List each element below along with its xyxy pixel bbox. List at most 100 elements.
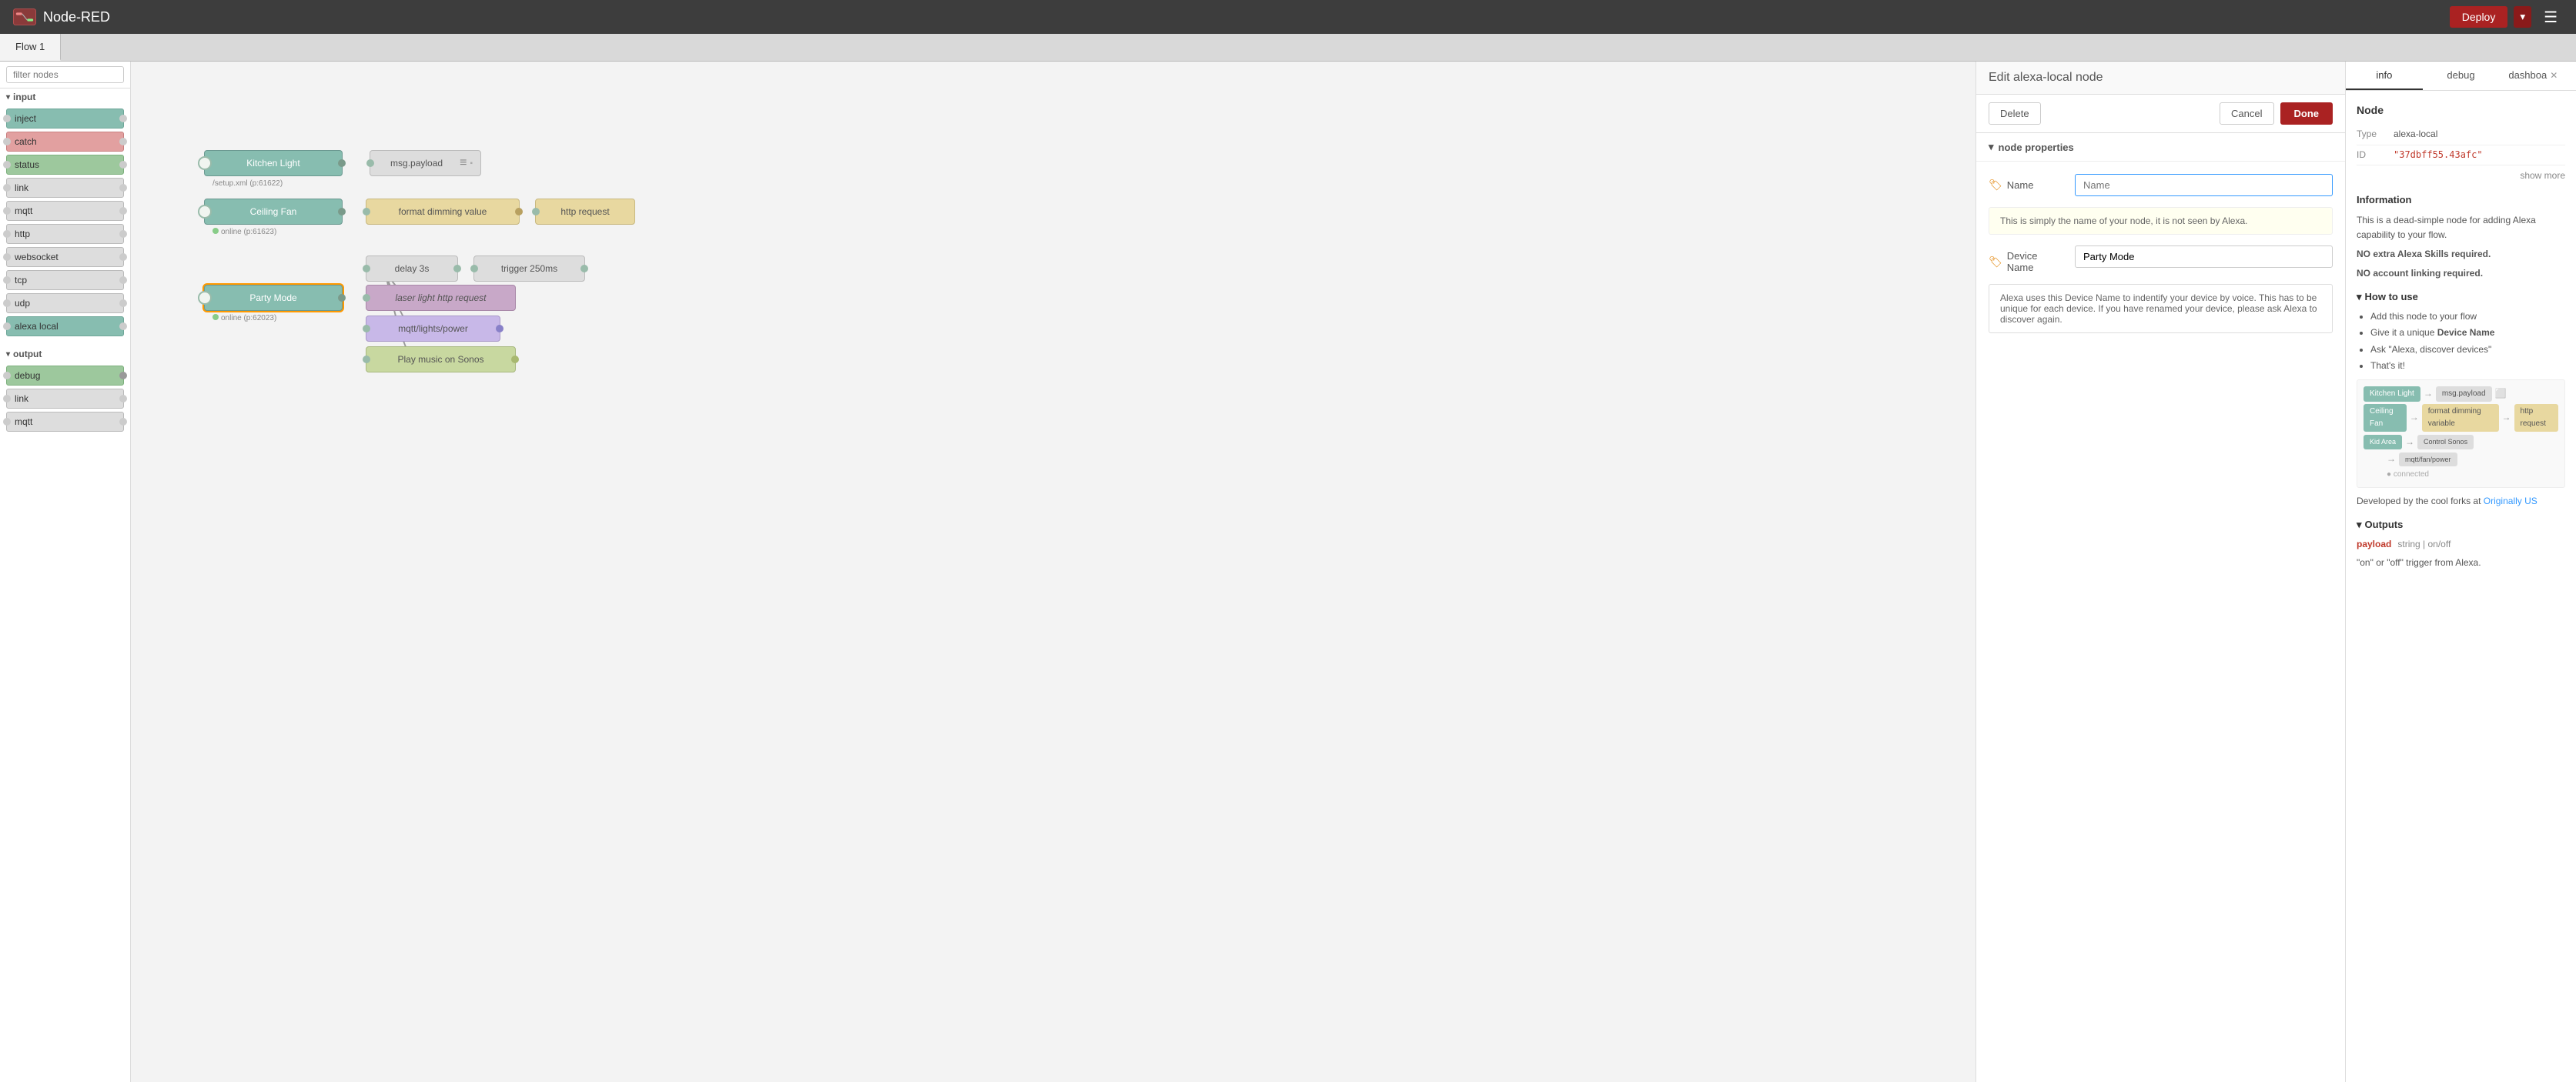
party-mode-status-dot <box>212 314 219 320</box>
outputs-title[interactable]: ▾ Outputs <box>2357 517 2565 533</box>
sidebar-item-debug[interactable]: debug <box>6 366 124 386</box>
output-section: ▾ output debug link <box>0 346 130 435</box>
sidebar-item-mqtt-in[interactable]: mqtt <box>6 201 124 221</box>
sidebar-item-link-in[interactable]: link <box>6 178 124 198</box>
logo: Node-RED <box>12 8 110 26</box>
sidebar-section-input[interactable]: ▾ input <box>0 88 130 105</box>
udp-port-right <box>119 299 127 307</box>
diag-mqtt-power: mqtt/fan/power <box>2399 453 2457 466</box>
info-tab-debug[interactable]: debug <box>2423 62 2500 90</box>
diag-msgpayload: msg.payload <box>2436 386 2492 402</box>
deploy-dropdown-button[interactable]: ▾ <box>2514 6 2531 28</box>
catch-port-right <box>119 138 127 145</box>
flow-node-delay[interactable]: delay 3s <box>366 255 458 282</box>
msg-payload-port-in <box>366 159 374 167</box>
info-para-1: This is a dead-simple node for adding Al… <box>2357 213 2565 242</box>
deploy-button[interactable]: Deploy <box>2450 6 2508 28</box>
deploy-dropdown-icon: ▾ <box>2520 11 2525 22</box>
play-music-port-out <box>511 356 519 363</box>
udp-port-left <box>3 299 11 307</box>
status-label: status <box>15 159 39 170</box>
id-key: ID <box>2357 148 2387 162</box>
done-button[interactable]: Done <box>2280 102 2333 125</box>
no-account-text: NO account linking required. <box>2357 268 2483 279</box>
sidebar-item-status[interactable]: status <box>6 155 124 175</box>
sidebar-item-mqtt-out[interactable]: mqtt <box>6 412 124 432</box>
flow-node-ceiling-fan[interactable]: Ceiling Fan online (p:61623) <box>204 199 343 225</box>
flow-node-kitchen-light[interactable]: Kitchen Light /setup.xml (p:61622) <box>204 150 343 176</box>
flow-node-mqtt-lights[interactable]: mqtt/lights/power <box>366 316 500 342</box>
http-req-port-in <box>532 208 540 215</box>
flow-node-trigger[interactable]: trigger 250ms <box>473 255 585 282</box>
search-input[interactable] <box>6 66 124 83</box>
name-label-container: 🏷 Name <box>1989 174 2066 192</box>
http-req-label: http request <box>544 206 627 217</box>
mqtt-out-port-left <box>3 418 11 426</box>
information-title: Information <box>2357 192 2565 209</box>
dashboard-tab-close-icon[interactable]: ✕ <box>2550 70 2558 81</box>
toolbar-left: Delete <box>1989 102 2041 125</box>
link-out-port-right <box>119 395 127 402</box>
header: Node-RED Deploy ▾ ☰ <box>0 0 2576 34</box>
sidebar-item-websocket[interactable]: websocket <box>6 247 124 267</box>
node-properties-section[interactable]: ▾ node properties <box>1976 133 2345 162</box>
party-mode-port-in <box>198 291 212 305</box>
delete-button[interactable]: Delete <box>1989 102 2041 125</box>
diag-arrow-5: → <box>2405 435 2414 449</box>
flow-node-play-music[interactable]: Play music on Sonos <box>366 346 516 372</box>
how-to-item-4: That's it! <box>2370 359 2565 373</box>
information-section: Information This is a dead-simple node f… <box>2357 192 2565 282</box>
name-tag-icon: 🏷 <box>1989 179 2002 192</box>
tab-flow1[interactable]: Flow 1 <box>0 34 61 61</box>
diag-arrow-1: → <box>2424 386 2433 401</box>
sidebar-item-tcp[interactable]: tcp <box>6 270 124 290</box>
device-name-input[interactable] <box>2075 245 2333 268</box>
app-title: Node-RED <box>43 9 110 25</box>
type-key: Type <box>2357 127 2387 142</box>
laser-label: laser light http request <box>374 292 507 303</box>
how-to-caret: ▾ <box>2357 289 2362 306</box>
sidebar-item-inject[interactable]: inject <box>6 109 124 129</box>
cancel-button[interactable]: Cancel <box>2220 102 2273 125</box>
section-caret: ▾ <box>1989 141 1994 153</box>
sidebar-item-catch[interactable]: catch <box>6 132 124 152</box>
mqtt-label: mqtt <box>15 205 32 216</box>
flow-node-msg-payload[interactable]: msg.payload ≡ ▪ <box>370 150 481 176</box>
info-tab-debug-label: debug <box>2447 69 2474 81</box>
show-more-link[interactable]: show more <box>2357 169 2565 183</box>
ceiling-fan-port-out <box>338 208 346 215</box>
name-input[interactable] <box>2075 174 2333 196</box>
ceiling-fan-status-dot <box>212 228 219 234</box>
originally-us-link[interactable]: Originally US <box>2484 496 2538 506</box>
input-section-caret: ▾ <box>6 93 10 102</box>
device-tag-icon: 🏷 <box>1989 255 2002 269</box>
flow-node-http-req[interactable]: http request <box>535 199 635 225</box>
sidebar-section-output[interactable]: ▾ output <box>0 346 130 362</box>
status-port-right <box>119 161 127 169</box>
sidebar-item-http-in[interactable]: http <box>6 224 124 244</box>
flow-node-format-dim[interactable]: format dimming value <box>366 199 520 225</box>
flow-node-party-mode[interactable]: Party Mode online (p:62023) <box>204 285 343 311</box>
section-label: node properties <box>1999 142 2074 153</box>
sidebar-item-udp[interactable]: udp <box>6 293 124 313</box>
id-value: "37dbff55.43afc" <box>2394 148 2483 162</box>
sidebar-item-alexa-local[interactable]: alexa local <box>6 316 124 336</box>
alexa-label: alexa local <box>15 321 59 332</box>
alexa-port-left <box>3 322 11 330</box>
flow-node-laser[interactable]: laser light http request <box>366 285 516 311</box>
output-section-label: output <box>13 349 42 359</box>
hamburger-icon: ☰ <box>2544 9 2558 26</box>
device-hint: Alexa uses this Device Name to indentify… <box>1989 284 2333 333</box>
alexa-port-right <box>119 322 127 330</box>
info-tab-dashboard[interactable]: dashboa ✕ <box>2499 62 2576 90</box>
info-tab-info[interactable]: info <box>2346 62 2423 90</box>
nodered-icon <box>12 8 37 26</box>
link-port-left <box>3 184 11 192</box>
sidebar-item-link-out[interactable]: link <box>6 389 124 409</box>
how-to-use-header[interactable]: ▾ How to use <box>2357 289 2565 306</box>
mqtt-lights-port-out <box>496 325 503 332</box>
developed-by: Developed by the cool forks at Originall… <box>2357 494 2565 509</box>
diagram-row-4: → mqtt/fan/power <box>2364 452 2558 466</box>
hamburger-button[interactable]: ☰ <box>2538 5 2564 30</box>
format-dim-label: format dimming value <box>374 206 511 217</box>
